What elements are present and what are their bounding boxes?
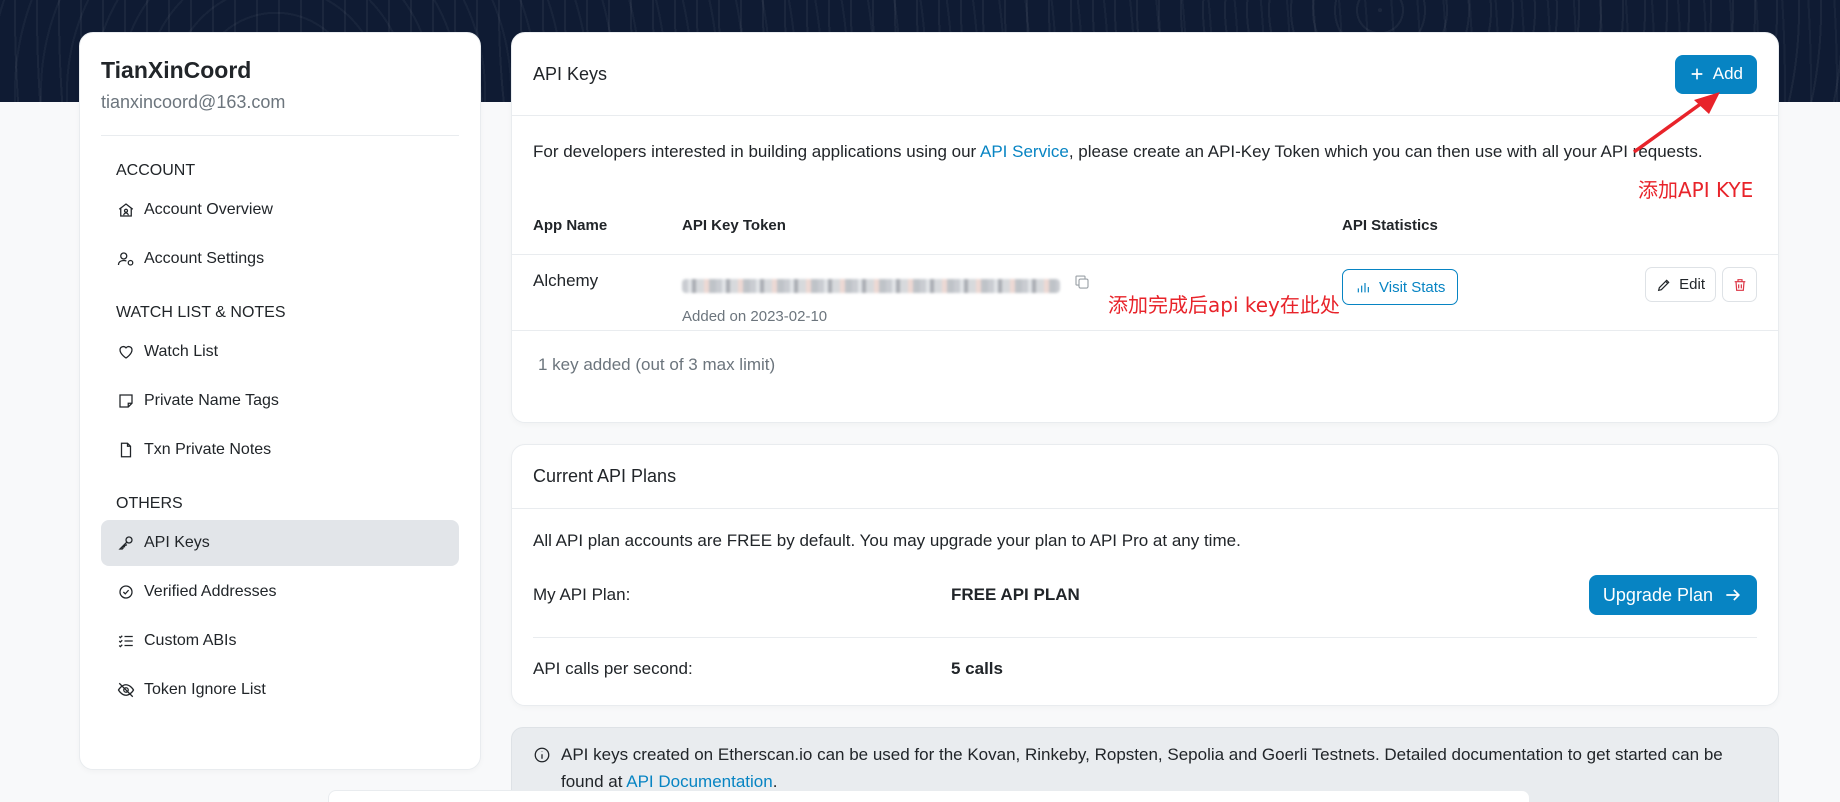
api-key-token-value — [682, 279, 1060, 293]
info-text-end: . — [772, 772, 778, 791]
trash-icon — [1734, 278, 1745, 291]
copy-icon[interactable] — [1073, 273, 1091, 296]
bar-chart-icon — [1357, 283, 1369, 293]
sticky-note-icon — [116, 391, 136, 411]
app-name-cell: Alchemy — [533, 271, 599, 290]
edit-button[interactable]: Edit — [1645, 267, 1716, 302]
column-api-statistics: API Statistics — [1342, 217, 1438, 234]
user-gear-icon — [116, 249, 136, 269]
sidebar-item-label: API Keys — [144, 534, 210, 551]
sidebar-item-txn-private-notes[interactable]: Txn Private Notes — [101, 427, 459, 473]
eye-slash-icon — [116, 680, 136, 700]
row-actions: Edit — [1645, 267, 1757, 302]
sidebar-item-custom-abis[interactable]: Custom ABIs — [101, 618, 459, 664]
sidebar-item-watch-list[interactable]: Watch List — [101, 329, 459, 375]
home-user-icon — [116, 200, 136, 220]
description-text: For developers interested in building ap… — [533, 142, 980, 161]
sidebar-item-label: Watch List — [144, 343, 219, 360]
sidebar-item-label: Account Overview — [144, 201, 273, 218]
api-keys-header: API Keys Add — [512, 33, 1778, 116]
plans-header: Current API Plans — [512, 445, 1778, 509]
sidebar-item-label: Custom ABIs — [144, 632, 237, 649]
arrow-right-icon — [1726, 589, 1741, 601]
annotation-add-note: 添加API KYE — [1638, 178, 1754, 202]
plans-intro: All API plan accounts are FREE by defaul… — [533, 531, 1241, 550]
profile-name: TianXinCoord — [101, 57, 252, 83]
info-circle-icon — [534, 747, 550, 763]
file-icon — [116, 440, 136, 460]
column-api-key-token: API Key Token — [682, 217, 786, 234]
api-keys-card: API Keys Add For developers interested i… — [511, 32, 1779, 423]
upgrade-plan-button[interactable]: Upgrade Plan — [1588, 575, 1757, 615]
sidebar-item-private-name-tags[interactable]: Private Name Tags — [101, 378, 459, 424]
calls-value: 5 calls — [951, 659, 1003, 678]
api-plans-card: Current API Plans All API plan accounts … — [511, 444, 1779, 706]
sidebar-item-label: Account Settings — [144, 250, 265, 267]
delete-button[interactable] — [1722, 267, 1757, 302]
sidebar-item-label: Token Ignore List — [144, 681, 266, 698]
sidebar-item-label: Private Name Tags — [144, 392, 279, 409]
account-sidebar: TianXinCoord tianxincoord@163.com ACCOUN… — [79, 32, 481, 770]
sidebar-divider — [101, 135, 459, 136]
sidebar-item-label: Verified Addresses — [144, 583, 277, 600]
stats-cell: Visit Stats — [1342, 269, 1459, 330]
sidebar-section-others: OTHERS — [116, 495, 183, 512]
add-api-key-button[interactable]: Add — [1674, 54, 1757, 94]
sidebar-item-label: Txn Private Notes — [144, 441, 272, 458]
key-icon — [116, 533, 136, 553]
key-limit-text: 1 key added (out of 3 max limit) — [538, 355, 776, 374]
list-check-icon — [116, 631, 136, 651]
sidebar-section-account: ACCOUNT — [116, 162, 196, 179]
column-app-name: App Name — [533, 217, 608, 234]
heart-icon — [116, 342, 136, 362]
plan-row: My API Plan: FREE API PLAN Upgrade Plan — [533, 565, 1757, 625]
calls-row: API calls per second: 5 calls — [533, 638, 1757, 700]
plan-label: My API Plan: — [533, 585, 631, 604]
add-button-label: Add — [1712, 64, 1743, 83]
api-service-link[interactable]: API Service — [980, 142, 1069, 161]
api-documentation-link[interactable]: API Documentation — [626, 772, 772, 791]
sidebar-item-verified-addresses[interactable]: Verified Addresses — [101, 569, 459, 615]
next-card-edge — [328, 790, 1530, 802]
annotation-arrow-icon — [1632, 92, 1720, 154]
check-circle-icon — [116, 582, 136, 602]
sidebar-item-token-ignore-list[interactable]: Token Ignore List — [101, 667, 459, 713]
plans-body: All API plan accounts are FREE by defaul… — [512, 509, 1778, 700]
api-keys-description: For developers interested in building ap… — [512, 116, 1742, 165]
plus-icon — [1691, 68, 1703, 80]
api-keys-table-header: App Name API Key Token API Statistics — [512, 217, 1778, 255]
sidebar-item-api-keys[interactable]: API Keys — [101, 520, 459, 566]
api-keys-title: API Keys — [533, 63, 608, 84]
sidebar-section-watchlist: WATCH LIST & NOTES — [116, 304, 286, 321]
visit-stats-button[interactable]: Visit Stats — [1342, 269, 1459, 305]
annotation-key-note: 添加完成后api key在此处 — [1108, 293, 1340, 317]
description-text-end: , please create an API-Key Token which y… — [1068, 142, 1703, 161]
upgrade-label: Upgrade Plan — [1602, 584, 1713, 605]
plans-title: Current API Plans — [533, 466, 677, 486]
profile-email: tianxincoord@163.com — [101, 92, 286, 112]
sidebar-item-account-settings[interactable]: Account Settings — [101, 236, 459, 282]
edit-label: Edit — [1679, 276, 1705, 293]
plan-value: FREE API PLAN — [951, 585, 1080, 604]
sidebar-item-account-overview[interactable]: Account Overview — [101, 187, 459, 233]
visit-stats-label: Visit Stats — [1379, 278, 1446, 296]
calls-label: API calls per second: — [533, 659, 693, 678]
pencil-icon — [1657, 278, 1670, 291]
